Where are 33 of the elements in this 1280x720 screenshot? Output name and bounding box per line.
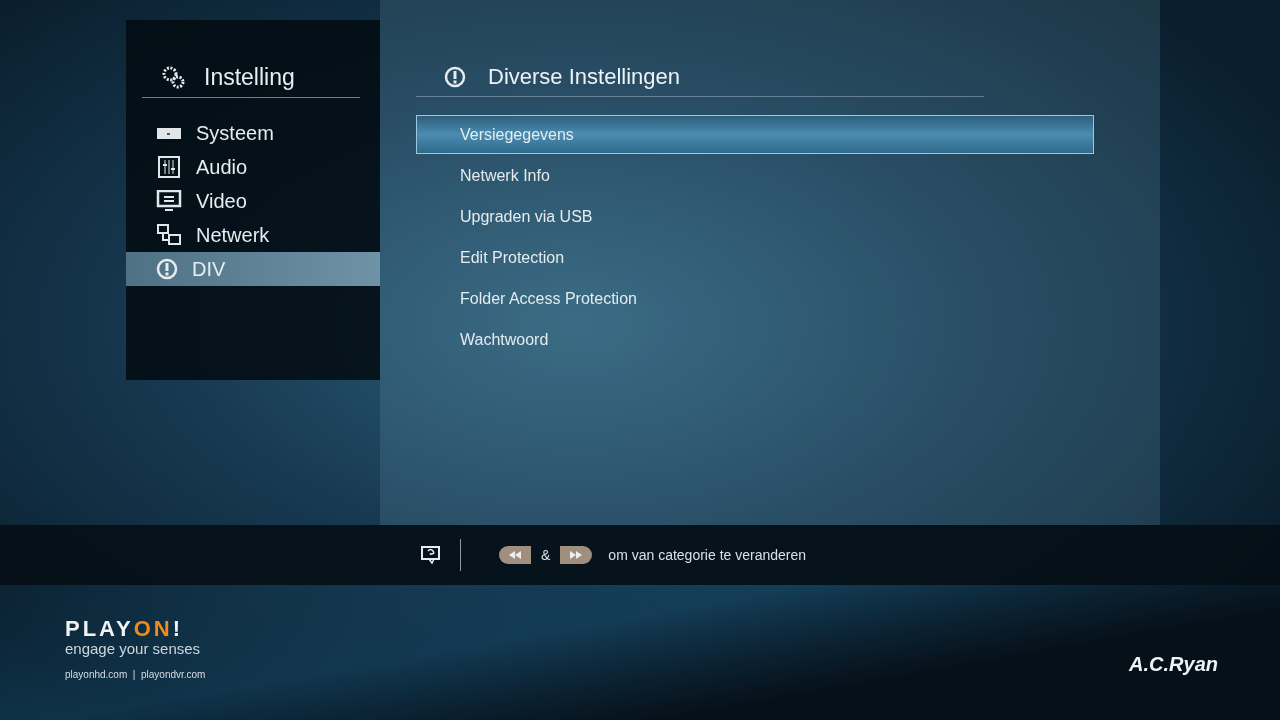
sidebar-item[interactable]: Systeem (126, 116, 380, 150)
settings-icon (162, 65, 186, 90)
joiner-text: & (541, 547, 551, 563)
menu-item[interactable]: Versiegegevens (416, 115, 1094, 154)
rewind-icon (509, 551, 521, 559)
logo: PLAYON! (65, 618, 184, 640)
sidebar-item-label: DIV (192, 257, 226, 281)
network-icon (156, 224, 182, 246)
sidebar-item[interactable]: Audio (126, 150, 380, 184)
panel-title: Diverse Instellingen (488, 64, 680, 90)
website-links: playonhd.com | playondvr.com (65, 669, 206, 680)
sidebar-item[interactable]: Video (126, 184, 380, 218)
menu-item[interactable]: Upgraden via USB (416, 197, 1094, 236)
equalizer-icon (156, 156, 182, 178)
menu-item[interactable]: Wachtwoord (416, 320, 1094, 359)
brand-logo: A.C.Ryan (1129, 653, 1218, 676)
fast-forward-icon (570, 551, 583, 559)
sidebar-item[interactable]: DIV (126, 252, 380, 286)
sidebar-item-label: Audio (196, 155, 248, 179)
info-icon (156, 258, 178, 280)
monitor-icon (156, 190, 182, 212)
sidebar-title: Instelling (204, 64, 295, 91)
sidebar-item[interactable]: Netwerk (126, 218, 380, 252)
menu-item[interactable]: Edit Protection (416, 238, 1094, 277)
menu-item[interactable]: Netwerk Info (416, 156, 1094, 195)
sidebar-item-label: Video (196, 189, 247, 213)
tagline: engage your senses (65, 640, 202, 657)
hint-text: om van categorie te veranderen (608, 547, 807, 563)
sidebar-item-label: Systeem (196, 121, 274, 145)
info-icon (444, 66, 466, 88)
menu-item[interactable]: Folder Access Protection (416, 279, 1094, 318)
sidebar-item-label: Netwerk (196, 223, 270, 247)
help-icon (420, 545, 442, 565)
